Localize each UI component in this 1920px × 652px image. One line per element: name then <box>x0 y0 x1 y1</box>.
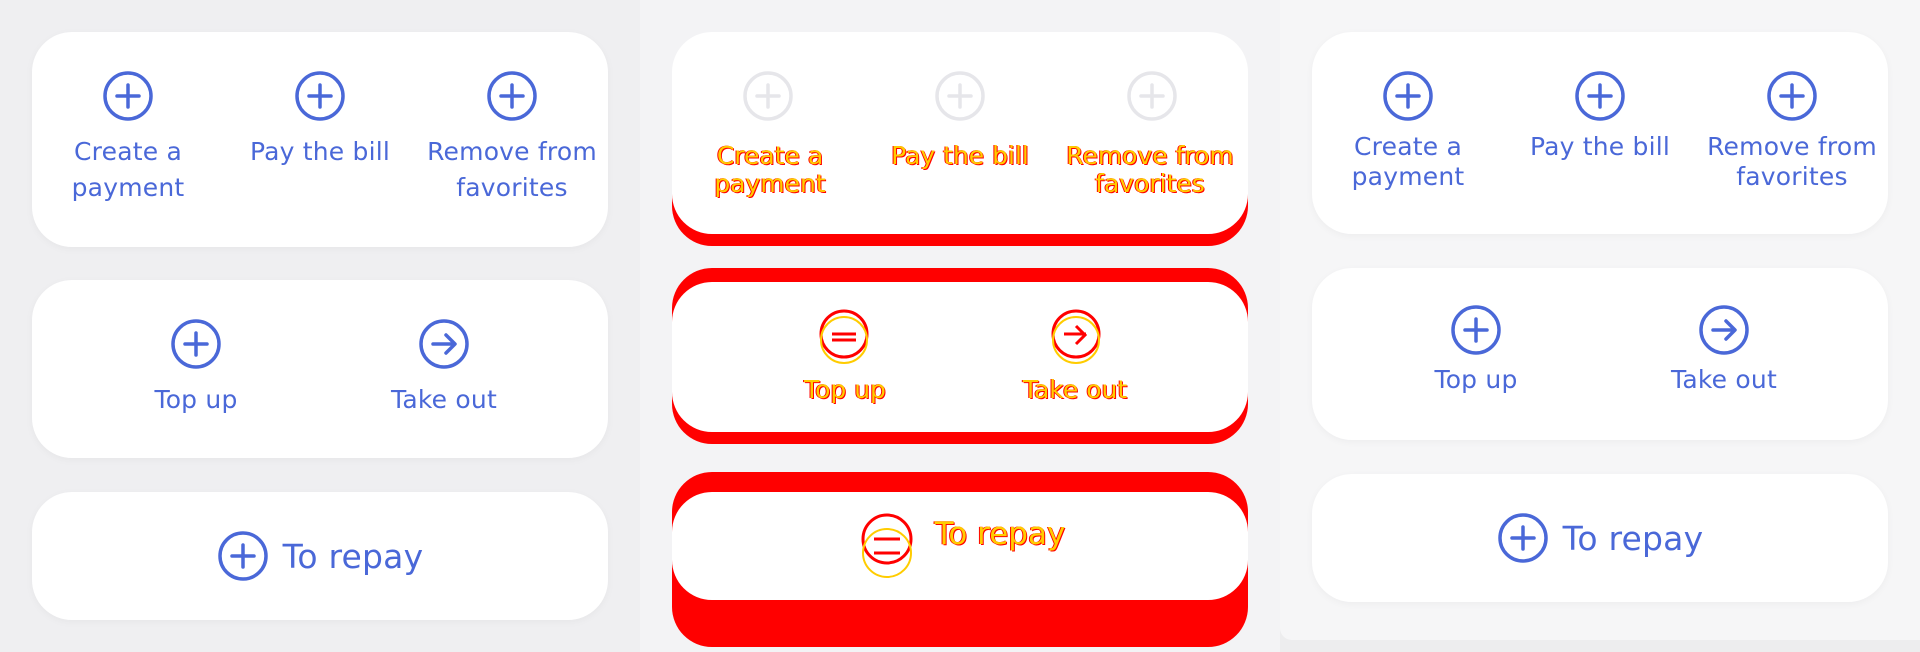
plus-circle-icon <box>1383 71 1433 121</box>
top-up-label: Top up <box>154 385 238 414</box>
repay-label: To repay <box>282 536 424 576</box>
plus-circle-icon <box>295 71 345 121</box>
quick-actions-card: Create a payment Pay the bill Remove fro… <box>1312 32 1888 234</box>
take-out-glitch-label: Take out <box>1022 375 1128 404</box>
top-up-button[interactable]: Top up <box>1352 304 1600 398</box>
arrow-right-circle-icon <box>419 319 469 369</box>
plus-circle-icon <box>217 531 268 581</box>
take-out-button[interactable]: Take out <box>1600 304 1848 398</box>
take-out-button[interactable]: Take out <box>320 318 568 418</box>
quick-actions-card: Create a payment Pay the bill Remove fro… <box>32 32 608 247</box>
arrow-right-circle-icon <box>1051 309 1101 364</box>
create-payment-ghost <box>672 70 864 122</box>
remove-favorites-glitch-label: Remove from favorites <box>1066 141 1234 198</box>
arrow-right-circle-icon <box>1699 305 1749 355</box>
create-payment-label: Create a payment <box>1351 132 1465 191</box>
plus-circle-icon <box>1497 513 1548 563</box>
create-payment-button[interactable]: Create a payment <box>1312 70 1504 192</box>
repay-glitch-label: To repay <box>934 516 1066 552</box>
top-up-label: Top up <box>1434 365 1518 394</box>
quick-actions-card-ghost <box>672 32 1248 234</box>
transfers-card: Top up Take out <box>1312 268 1888 440</box>
pay-bill-label: Pay the bill <box>1529 132 1671 161</box>
remove-favorites-button[interactable]: Remove from favorites <box>1696 70 1888 192</box>
repay-button[interactable]: To repay <box>32 492 608 620</box>
remove-favorites-ghost <box>1056 70 1248 122</box>
take-out-label: Take out <box>1671 365 1777 394</box>
pay-bill-button[interactable]: Pay the bill <box>1504 70 1696 192</box>
create-payment-button[interactable]: Create a payment <box>32 70 224 206</box>
create-payment-glitch-label: Create a payment <box>714 141 826 198</box>
repay-card: To repay <box>1312 474 1888 602</box>
plus-circle-icon <box>103 71 153 121</box>
plus-circle-icon <box>1767 71 1817 121</box>
plus-circle-icon <box>1575 71 1625 121</box>
pay-bill-ghost <box>864 70 1056 122</box>
plus-circle-icon <box>861 513 913 578</box>
plus-circle-icon <box>819 309 869 364</box>
plus-circle-icon <box>1127 71 1177 121</box>
transfers-card: Top up Take out <box>32 280 608 458</box>
top-up-button[interactable]: Top up <box>72 318 320 418</box>
repay-label: To repay <box>1562 518 1704 558</box>
remove-favorites-button[interactable]: Remove from favorites <box>416 70 608 206</box>
plus-circle-icon <box>1451 305 1501 355</box>
take-out-label: Take out <box>391 385 497 414</box>
top-up-glitch-label: Top up <box>804 375 886 404</box>
create-payment-label: Create a payment <box>71 137 185 202</box>
repay-card: To repay <box>32 492 608 620</box>
plus-circle-icon <box>171 319 221 369</box>
transfers-card-ghost <box>672 282 1248 432</box>
plus-circle-icon <box>935 71 985 121</box>
remove-favorites-label: Remove from favorites <box>427 137 597 202</box>
plus-circle-icon <box>743 71 793 121</box>
pay-bill-glitch-label: Pay the bill <box>891 141 1029 170</box>
pay-bill-button[interactable]: Pay the bill <box>224 70 416 206</box>
pay-bill-label: Pay the bill <box>249 137 391 166</box>
plus-circle-icon <box>487 71 537 121</box>
remove-favorites-label: Remove from favorites <box>1707 132 1877 191</box>
repay-button[interactable]: To repay <box>1312 474 1888 602</box>
